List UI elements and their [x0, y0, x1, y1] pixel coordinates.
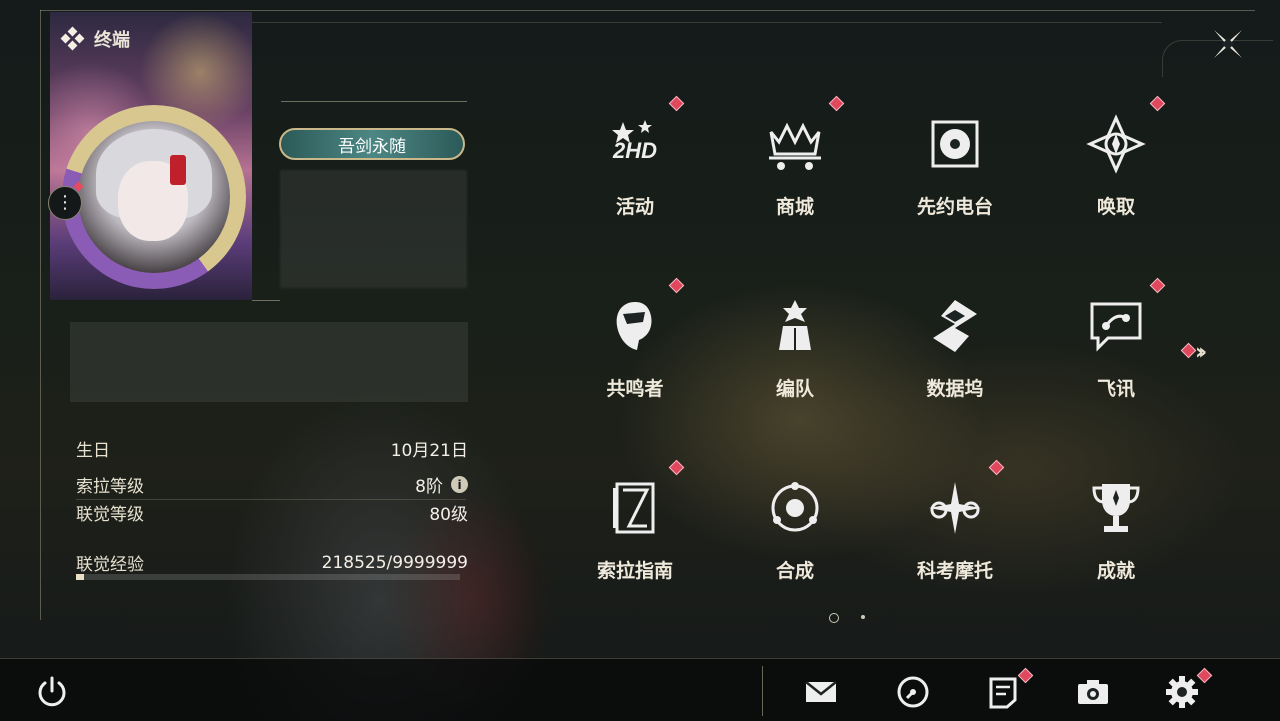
- avatar[interactable]: [78, 121, 230, 273]
- stat-value: 80级: [429, 505, 468, 525]
- menu-item-label: 数据坞: [926, 378, 984, 400]
- notification-badge: [668, 277, 685, 294]
- frame-line: [40, 10, 41, 620]
- terminal-diamonds-icon: [60, 26, 85, 51]
- exp-progress-fill: [76, 574, 85, 580]
- pager-dot-active[interactable]: [829, 613, 839, 623]
- notification-badge: [668, 95, 685, 112]
- menu-item-label: 索拉指南: [596, 560, 673, 582]
- menu-item-label: 飞讯: [1096, 378, 1135, 400]
- menu-item-label: 科考摩托: [916, 560, 993, 582]
- next-page-icon[interactable]: ››: [1195, 340, 1207, 365]
- divider: [281, 101, 467, 102]
- notification-badge: [828, 95, 845, 112]
- menu-item-label: 唤取: [1096, 196, 1135, 218]
- divider: [252, 300, 280, 301]
- stat-sol-level: 索拉等级 8阶 i: [76, 472, 468, 497]
- settings-gear-icon[interactable]: [1164, 674, 1200, 710]
- frame-line: [40, 10, 1255, 11]
- menu-item-label: 先约电台: [916, 196, 993, 218]
- player-title-text: 吾剑永随: [338, 136, 406, 157]
- menu-item-8[interactable]: 索拉指南: [555, 458, 715, 598]
- pager-dot[interactable]: [861, 615, 865, 619]
- info-icon[interactable]: i: [451, 476, 468, 493]
- mail-icon[interactable]: [803, 674, 839, 710]
- close-icon[interactable]: [1208, 24, 1248, 64]
- data-bank-icon: [933, 300, 977, 352]
- menu-item-label: 共鸣者: [606, 378, 664, 400]
- more-options-button[interactable]: ⋮: [48, 186, 82, 220]
- player-title-badge[interactable]: 吾剑永随: [279, 128, 465, 160]
- notification-badge: [1149, 277, 1166, 294]
- window-title-text: 终端: [94, 30, 130, 51]
- menu-item-4[interactable]: 共鸣者: [555, 276, 715, 416]
- notification-badge: [1149, 95, 1166, 112]
- menu-item-0[interactable]: 2HD 活动: [555, 94, 715, 234]
- exp-progress-bar: [76, 574, 460, 580]
- stat-value: 8阶: [415, 477, 443, 497]
- divider: [762, 666, 763, 716]
- stat-union-exp: 联觉经验 218525/9999999: [76, 550, 468, 576]
- stat-value: 10月21日: [390, 441, 468, 461]
- guide-book-icon: [613, 482, 655, 534]
- window-title: 终端: [60, 26, 130, 52]
- menu-item-label: 合成: [775, 560, 814, 582]
- stat-union-level: 联觉等级 80级: [76, 500, 468, 525]
- menu-item-1[interactable]: 商城: [715, 94, 875, 234]
- team-chess-icon: [779, 300, 811, 350]
- menu-item-6[interactable]: 数据坞: [875, 276, 1035, 416]
- menu-item-5[interactable]: 编队: [715, 276, 875, 416]
- synthesis-orbit-icon: [771, 482, 819, 532]
- avatar-ribbon: [170, 155, 186, 185]
- menu-item-3[interactable]: 唤取: [1036, 94, 1196, 234]
- power-icon[interactable]: [34, 674, 70, 710]
- message-bubble-icon: [1090, 302, 1142, 352]
- motorbike-icon: [929, 482, 981, 534]
- menu-item-10[interactable]: 科考摩托: [875, 458, 1035, 598]
- stat-label: 索拉等级: [76, 477, 144, 497]
- trophy-icon: [1092, 484, 1140, 532]
- summon-compass-icon: [1086, 114, 1146, 174]
- resonator-head-icon: [616, 302, 652, 350]
- stat-value: 218525/9999999: [321, 552, 468, 573]
- stat-label: 生日: [76, 441, 110, 461]
- radio-disc-icon: [931, 120, 979, 168]
- camera-icon[interactable]: [1075, 674, 1111, 710]
- menu-item-7[interactable]: 飞讯: [1036, 276, 1196, 416]
- notice-icon[interactable]: [985, 674, 1021, 710]
- shop-crown-cart-icon: [769, 122, 821, 170]
- menu-item-label: 活动: [615, 196, 654, 218]
- menu-item-label: 商城: [775, 196, 814, 218]
- menu-item-2[interactable]: 先约电台: [875, 94, 1035, 234]
- menu-item-label: 编队: [775, 378, 814, 400]
- notification-badge: [668, 459, 685, 476]
- obscured-name-area: [280, 170, 467, 288]
- stat-birthday: 生日 10月21日: [76, 436, 468, 461]
- stat-label: 联觉经验: [76, 555, 144, 575]
- stat-label: 联觉等级: [76, 505, 144, 525]
- event-2hd-icon: 2HD: [612, 120, 657, 163]
- svg-text:2HD: 2HD: [612, 138, 657, 163]
- notification-badge: [988, 459, 1005, 476]
- obscured-signature-area: [70, 322, 468, 402]
- menu-item-9[interactable]: 合成: [715, 458, 875, 598]
- menu-item-11[interactable]: 成就: [1036, 458, 1196, 598]
- menu-item-label: 成就: [1096, 560, 1135, 582]
- clock-icon[interactable]: [895, 674, 931, 710]
- more-icon: ⋮: [56, 192, 74, 213]
